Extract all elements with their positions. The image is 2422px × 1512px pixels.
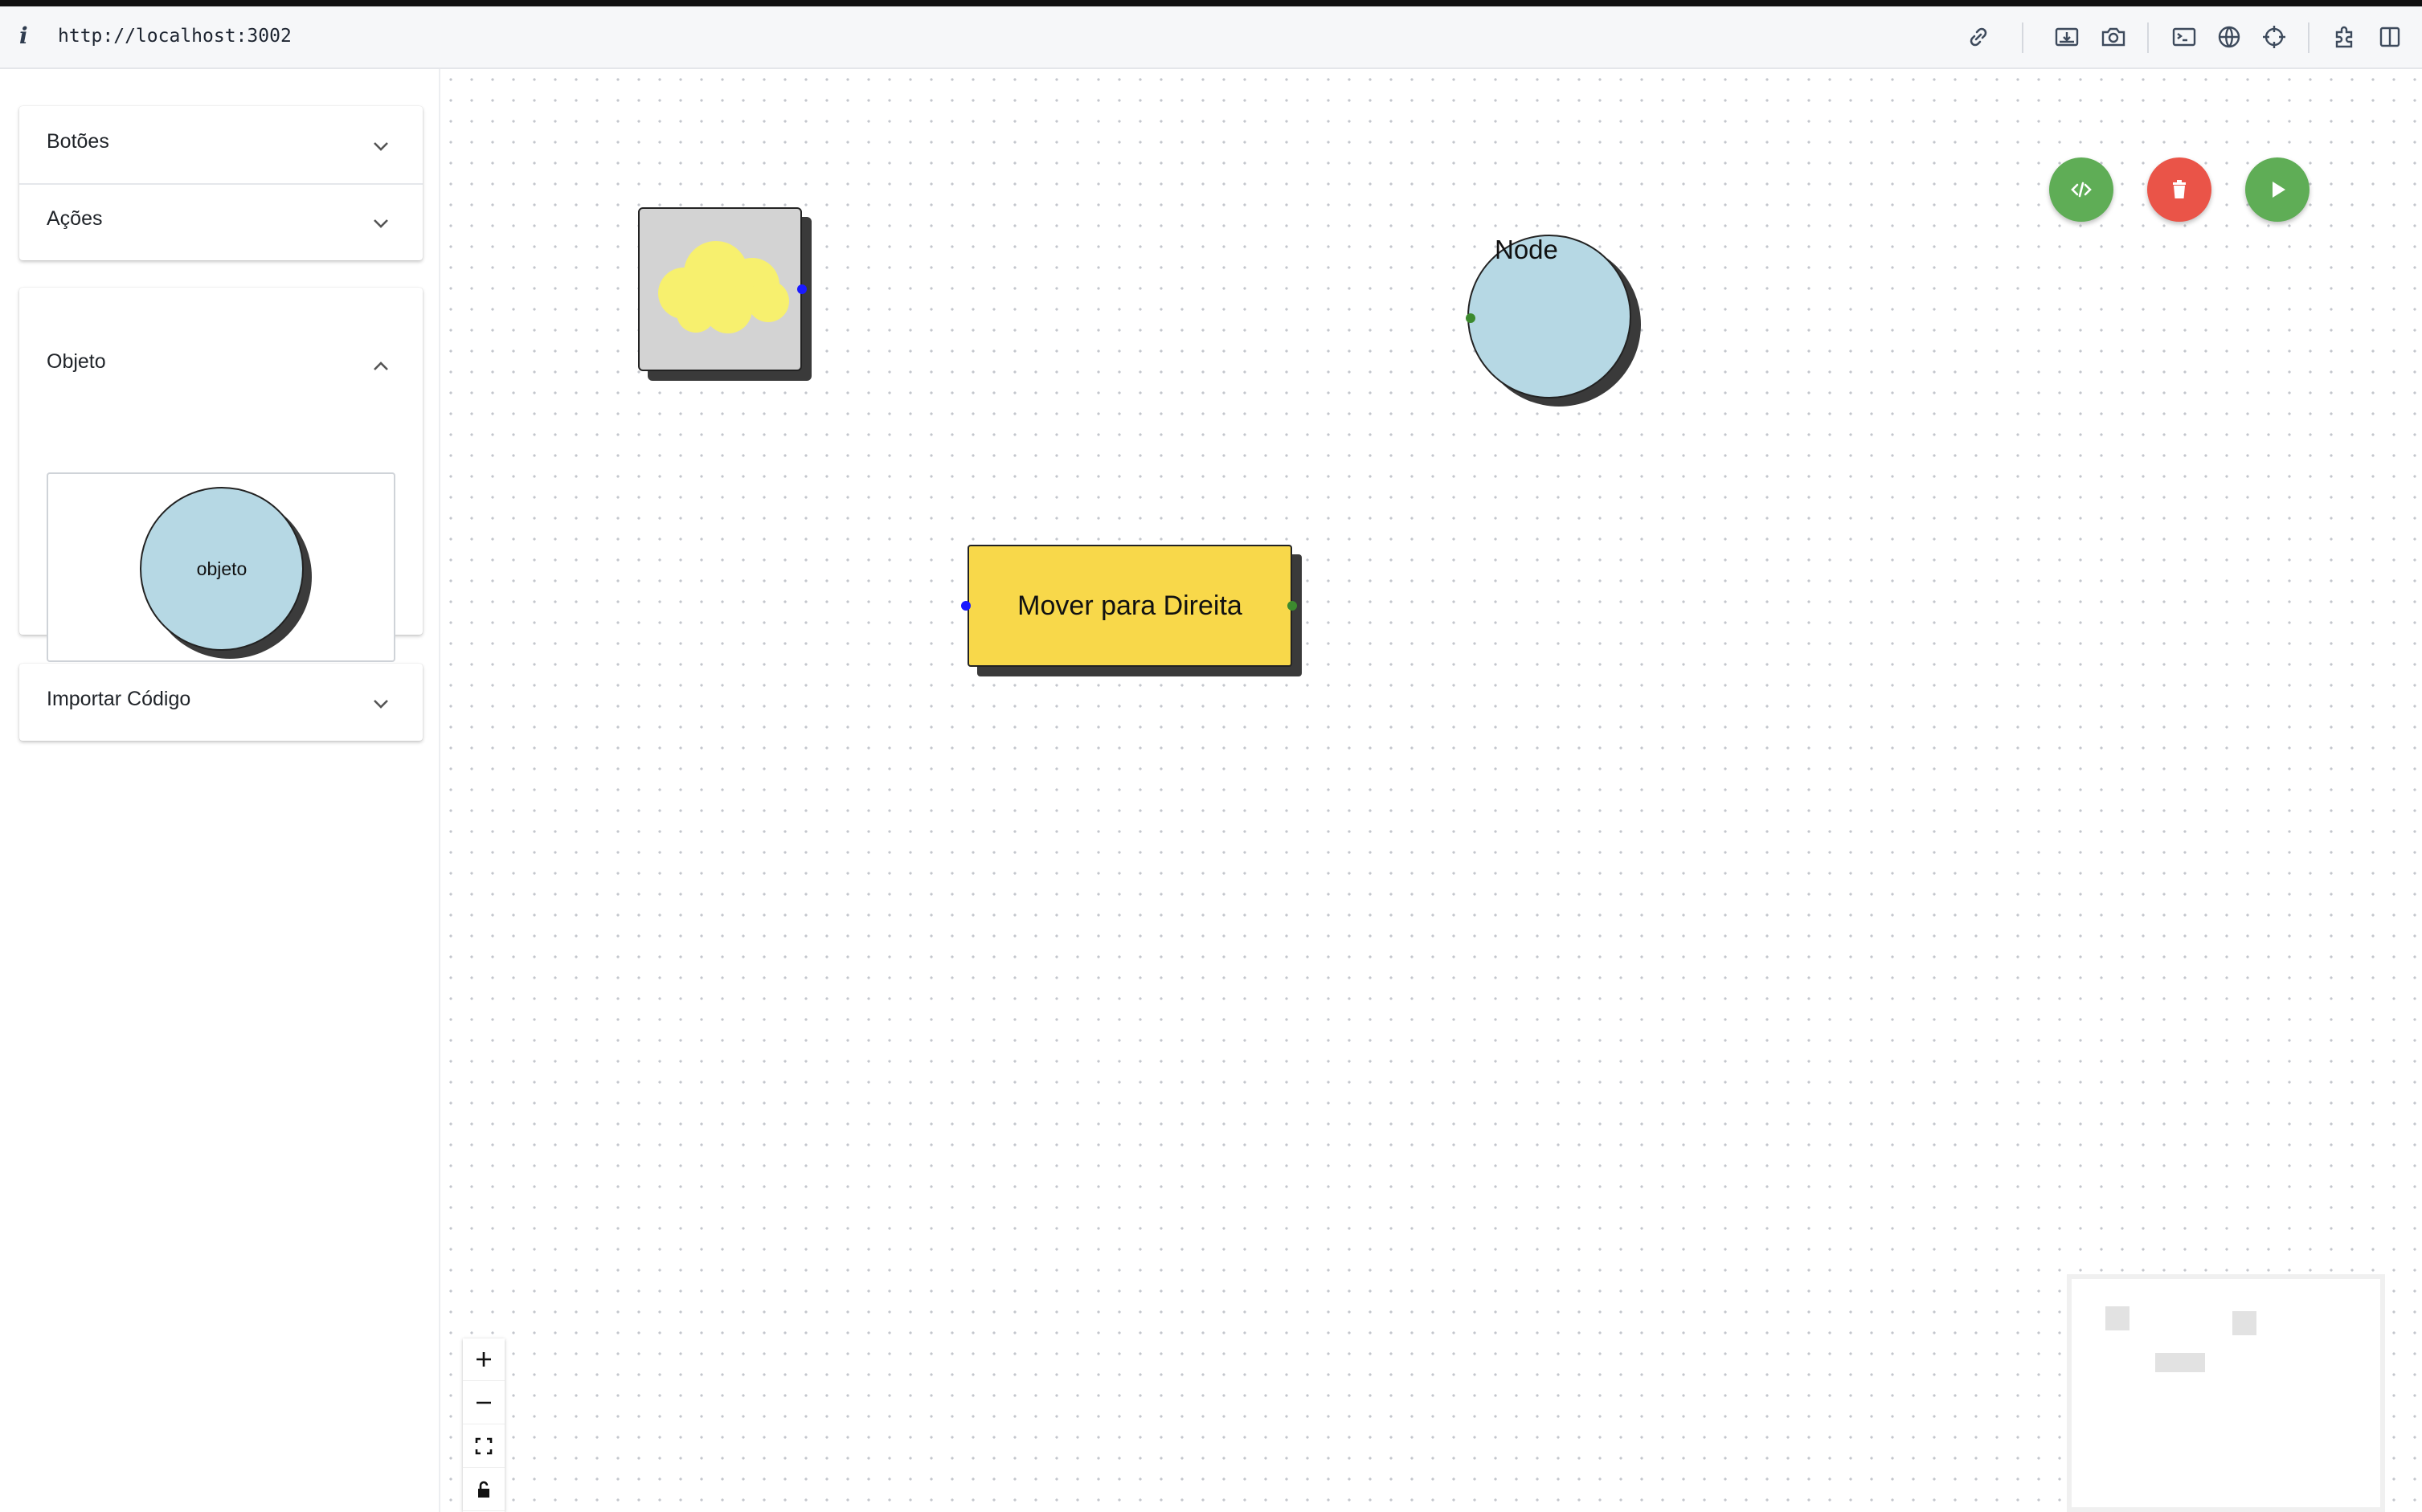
object-draggable[interactable]: objeto xyxy=(140,487,304,651)
info-icon[interactable]: i xyxy=(19,22,28,49)
url-field[interactable]: http://localhost:3002 xyxy=(58,26,292,47)
canvas-controls xyxy=(463,1338,505,1512)
object-preview[interactable]: objeto xyxy=(47,472,395,662)
accordion-label: Objeto xyxy=(47,350,106,373)
cloud-icon xyxy=(658,241,789,333)
toolbar-separator xyxy=(2308,22,2309,53)
delete-button[interactable] xyxy=(2147,157,2211,222)
object-node-label: Node xyxy=(1495,235,1558,264)
chevron-down-icon xyxy=(374,219,388,228)
accordion-label: Ações xyxy=(47,207,103,230)
fit-view-icon xyxy=(475,1437,493,1455)
crosshair-icon[interactable] xyxy=(2258,21,2290,53)
action-node[interactable]: Mover para Direita xyxy=(968,545,1292,667)
browser-toolbar: i http://localhost:3002 xyxy=(0,6,2422,69)
image-node[interactable] xyxy=(638,207,802,371)
accordion-botoes[interactable]: Botões xyxy=(19,106,423,183)
extension-icon[interactable] xyxy=(2329,21,2361,53)
zoom-out-button[interactable] xyxy=(463,1382,505,1424)
lock-button[interactable] xyxy=(463,1469,505,1511)
minimap[interactable] xyxy=(2067,1274,2385,1512)
minus-icon xyxy=(477,1401,491,1404)
fit-view-button[interactable] xyxy=(463,1425,505,1468)
minimap-node xyxy=(2105,1306,2129,1330)
browser-top-border xyxy=(0,0,2422,6)
link-icon[interactable] xyxy=(1962,21,1994,53)
source-handle[interactable] xyxy=(1287,601,1297,611)
chevron-down-icon xyxy=(374,142,388,151)
sidebar-toggle-icon[interactable] xyxy=(2374,21,2406,53)
accordion-importar-codigo[interactable]: Importar Código xyxy=(19,664,423,741)
target-handle[interactable] xyxy=(1466,313,1475,323)
minimap-node xyxy=(2155,1353,2205,1372)
accordion-importar[interactable]: Importar Código xyxy=(19,664,423,741)
accordion-acoes[interactable]: Ações xyxy=(19,183,423,260)
code-button[interactable] xyxy=(2049,157,2113,222)
accordion-label: Botões xyxy=(47,130,109,153)
download-icon[interactable] xyxy=(2051,21,2083,53)
plus-icon xyxy=(477,1352,491,1367)
terminal-icon[interactable] xyxy=(2168,21,2200,53)
camera-icon[interactable] xyxy=(2097,21,2129,53)
accordion-objeto[interactable]: Objeto xyxy=(19,326,423,403)
accordion-label: Importar Código xyxy=(47,688,191,710)
run-button[interactable] xyxy=(2245,157,2309,222)
toolbar-separator xyxy=(2022,22,2023,53)
toolbar-separator xyxy=(2147,22,2149,53)
sidebar: Botões Ações Objeto objeto Importar Códi… xyxy=(0,69,440,1512)
code-icon xyxy=(2071,182,2092,198)
play-icon xyxy=(2273,182,2285,198)
zoom-in-button[interactable] xyxy=(463,1338,505,1381)
source-handle[interactable] xyxy=(797,284,807,294)
accordion-objeto-panel: Objeto objeto xyxy=(19,288,423,662)
chevron-down-icon xyxy=(374,700,388,709)
minimap-node xyxy=(2232,1311,2256,1335)
accordion-group: Botões Ações xyxy=(19,106,423,260)
trash-icon xyxy=(2173,180,2186,198)
target-handle[interactable] xyxy=(961,601,971,611)
globe-icon[interactable] xyxy=(2213,21,2245,53)
chevron-up-icon xyxy=(374,362,388,370)
unlock-icon xyxy=(478,1481,489,1498)
